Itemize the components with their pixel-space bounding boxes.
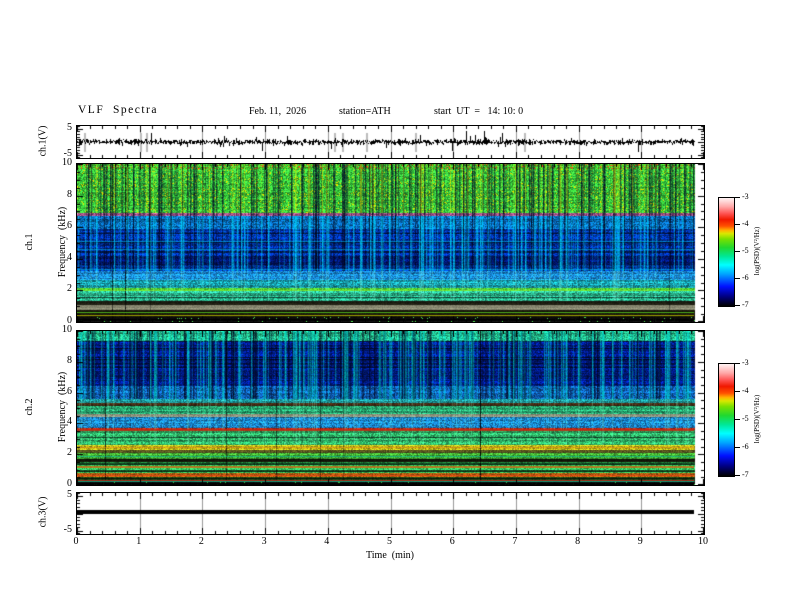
colorbar-tick-cb2--3: -3 [742, 358, 749, 367]
xtick-1: 1 [136, 536, 142, 547]
colorbar-tick-cb1--6: -6 [742, 273, 749, 282]
xtick-0: 0 [73, 536, 79, 547]
ch2-label-line1: ch.2 [24, 398, 35, 416]
ch1-label-line1: ch.1 [24, 233, 35, 251]
xtick-3: 3 [261, 536, 267, 547]
colorbar-tick-mark [735, 475, 740, 476]
xtick-2: 2 [198, 536, 204, 547]
ytick-ch1_spec-6: 6 [67, 220, 72, 232]
ch2-spectrogram-panel [76, 330, 705, 486]
colorbar-tick-cb2--6: -6 [742, 442, 749, 451]
ytick-ch1_spec-10: 10 [62, 157, 72, 168]
ytick-ch1_spec-4: 4 [67, 251, 72, 263]
ytick-ch1_spec-8: 8 [67, 188, 72, 200]
ch1-label-line2: Frequency (kHz) [57, 206, 68, 278]
xtick-4: 4 [324, 536, 330, 547]
colorbar-tick-mark [735, 363, 740, 364]
colorbar-tick-mark [735, 447, 740, 448]
x-axis-title: Time (min) [366, 550, 414, 561]
xtick-9: 9 [637, 536, 643, 547]
ch1-spectrogram-canvas [77, 164, 704, 322]
colorbar-tick-cb2--4: -4 [742, 386, 749, 395]
colorbar-tick-mark [735, 305, 740, 306]
colorbar-ch1 [718, 197, 735, 307]
colorbar-tick-mark [735, 278, 740, 279]
colorbar-tick-mark [735, 197, 740, 198]
ch1-spectrogram-panel [76, 163, 705, 323]
colorbar-tick-cb1--7: -7 [742, 300, 749, 309]
ch2-spectrogram-ylabel: ch.2 Frequency (kHz) [2, 372, 90, 443]
ytick-ch2_spec-10: 10 [62, 324, 72, 335]
plot-date: Feb. 11, 2026 [249, 106, 307, 117]
ytick-ch1_spec-2: 2 [67, 283, 72, 295]
ytick-ch3_wave--5: -5 [63, 523, 72, 535]
xtick-8: 8 [575, 536, 581, 547]
plot-start-ut: start UT = 14: 10: 0 [434, 106, 524, 117]
ch3-waveform-panel [76, 492, 705, 535]
vlf-spectra-figure: VLF Spectra Feb. 11, 2026 station=ATH st… [0, 0, 792, 612]
ytick-ch3_wave-5: 5 [67, 489, 72, 501]
colorbar-ch2 [718, 363, 735, 477]
xtick-10: 10 [698, 536, 708, 547]
ytick-ch2_spec-0: 0 [67, 478, 72, 489]
ch2-spectrogram-canvas [77, 331, 704, 485]
ch1-waveform-canvas [77, 126, 704, 158]
colorbar-tick-mark [735, 224, 740, 225]
ytick-ch2_spec-4: 4 [67, 416, 72, 428]
ytick-ch1_wave-5: 5 [67, 121, 72, 133]
colorbar-tick-cb2--5: -5 [742, 414, 749, 423]
ch2-label-line2: Frequency (kHz) [57, 371, 68, 443]
colorbar-tick-cb1--3: -3 [742, 192, 749, 201]
colorbar-tick-mark [735, 251, 740, 252]
ch1-spectrogram-ylabel: ch.1 Frequency (kHz) [2, 207, 90, 278]
colorbar-tick-cb1--4: -4 [742, 219, 749, 228]
xtick-6: 6 [449, 536, 455, 547]
plot-station: station=ATH [339, 106, 391, 117]
ytick-ch2_spec-8: 8 [67, 354, 72, 366]
colorbar-label-ch1: log(PSD)(V²/Hz) [753, 226, 761, 276]
ch3-waveform-canvas [77, 493, 704, 534]
ytick-ch2_spec-2: 2 [67, 447, 72, 459]
colorbar-tick-mark [735, 391, 740, 392]
xtick-5: 5 [387, 536, 392, 547]
colorbar-label-ch2: log(PSD)(V²/Hz) [753, 394, 761, 444]
ytick-ch2_spec-6: 6 [67, 385, 72, 397]
ch1-waveform-panel [76, 125, 705, 159]
colorbar-tick-cb2--7: -7 [742, 470, 749, 479]
plot-title: VLF Spectra [78, 104, 158, 116]
colorbar-tick-mark [735, 419, 740, 420]
xtick-7: 7 [512, 536, 518, 547]
colorbar-tick-cb1--5: -5 [742, 246, 749, 255]
